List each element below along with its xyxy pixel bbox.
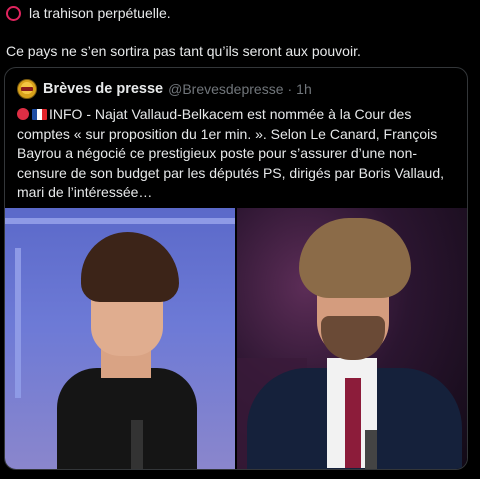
media-image-left[interactable]: [5, 208, 235, 469]
separator-dot: ·: [287, 80, 293, 97]
quoted-post-header: Brèves de presse @Brevesdepresse · 1h: [17, 79, 312, 99]
france-flag-icon: [32, 109, 47, 120]
avatar[interactable]: [17, 79, 37, 99]
post-line-1: la trahison perpétuelle.: [6, 4, 474, 23]
quoted-post[interactable]: Brèves de presse @Brevesdepresse · 1h IN…: [4, 67, 468, 470]
quoted-post-body: INFO - Najat Vallaud-Belkacem est nommée…: [17, 105, 457, 203]
red-circle-ring-icon: [6, 6, 21, 21]
quoted-post-text: INFO - Najat Vallaud-Belkacem est nommée…: [17, 106, 444, 200]
post-text: la trahison perpétuelle. Ce pays ne s’en…: [6, 4, 474, 61]
media-image-right[interactable]: [237, 208, 467, 469]
post-line-2: Ce pays ne s’en sortira pas tant qu’ils …: [6, 42, 474, 61]
quoted-author-handle[interactable]: @Brevesdepresse: [168, 80, 283, 99]
quoted-author-name[interactable]: Brèves de presse: [43, 80, 163, 99]
red-dot-icon: [17, 108, 29, 120]
post-line-1-text: la trahison perpétuelle.: [29, 5, 171, 21]
quoted-post-media[interactable]: [5, 208, 467, 469]
post-line-2-text: Ce pays ne s’en sortira pas tant qu’ils …: [6, 43, 361, 59]
quoted-post-time[interactable]: 1h: [296, 80, 312, 99]
